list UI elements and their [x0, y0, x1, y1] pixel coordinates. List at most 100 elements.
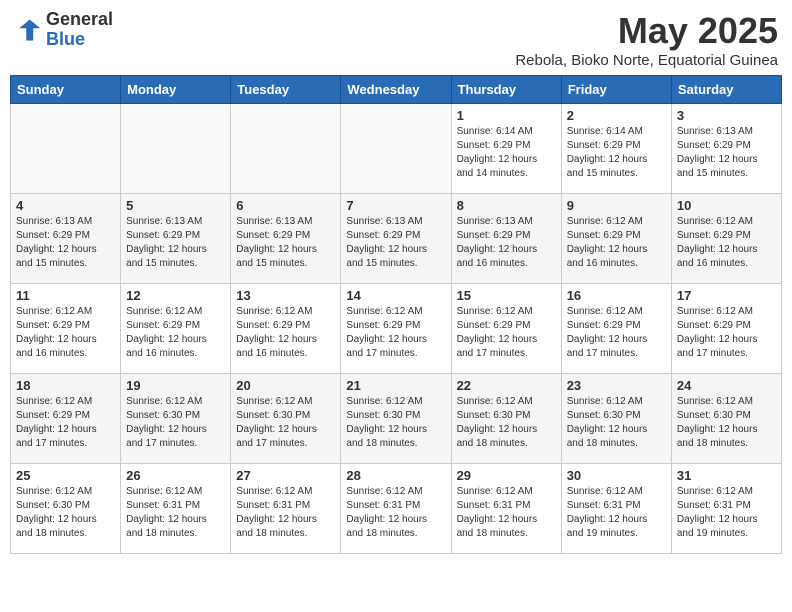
- calendar-day-cell: [341, 104, 451, 194]
- day-info: Sunrise: 6:13 AM Sunset: 6:29 PM Dayligh…: [346, 215, 445, 271]
- day-info: Sunrise: 6:12 AM Sunset: 6:30 PM Dayligh…: [16, 485, 115, 541]
- calendar-day-cell: 24Sunrise: 6:12 AM Sunset: 6:30 PM Dayli…: [671, 374, 781, 464]
- day-number: 11: [16, 288, 115, 303]
- day-info: Sunrise: 6:13 AM Sunset: 6:29 PM Dayligh…: [677, 125, 776, 181]
- calendar-week-row: 25 Sunrise: 6:12 AM Sunset: 6:30 PM Dayli…: [11, 464, 782, 554]
- day-info: Sunrise: 6:12 AM Sunset: 6:31 PM Dayligh…: [567, 485, 666, 541]
- day-info: Sunrise: 6:12 AM Sunset: 6:29 PM Dayligh…: [677, 305, 776, 361]
- calendar-day-cell: 19Sunrise: 6:12 AM Sunset: 6:30 PM Dayli…: [121, 374, 231, 464]
- day-number: 20: [236, 378, 335, 393]
- day-number: 6: [236, 198, 335, 213]
- day-of-week-header: Monday: [121, 76, 231, 104]
- day-number: 1: [457, 108, 556, 123]
- day-info: Sunrise: 6:12 AM Sunset: 6:30 PM Dayligh…: [236, 395, 335, 451]
- day-info: Sunrise: 6:12 AM Sunset: 6:29 PM Dayligh…: [16, 305, 115, 361]
- logo-blue-text: Blue: [46, 30, 113, 50]
- day-number: 26: [126, 468, 225, 483]
- calendar-day-cell: 30 Sunrise: 6:12 AM Sunset: 6:31 PM Dayli…: [561, 464, 671, 554]
- day-info: Sunrise: 6:13 AM Sunset: 6:29 PM Dayligh…: [16, 215, 115, 271]
- day-number: 8: [457, 198, 556, 213]
- day-info: Sunrise: 6:12 AM Sunset: 6:31 PM Dayligh…: [457, 485, 556, 541]
- day-number: 15: [457, 288, 556, 303]
- day-number: 18: [16, 378, 115, 393]
- day-info: Sunrise: 6:14 AM Sunset: 6:29 PM Dayligh…: [567, 125, 666, 181]
- day-info: Sunrise: 6:12 AM Sunset: 6:29 PM Dayligh…: [16, 395, 115, 451]
- calendar-day-cell: 22 Sunrise: 6:12 AM Sunset: 6:30 PM Dayli…: [451, 374, 561, 464]
- day-number: 16: [567, 288, 666, 303]
- day-number: 25: [16, 468, 115, 483]
- day-number: 12: [126, 288, 225, 303]
- day-of-week-header: Tuesday: [231, 76, 341, 104]
- day-number: 30: [567, 468, 666, 483]
- calendar-week-row: 18 Sunrise: 6:12 AM Sunset: 6:29 PM Dayli…: [11, 374, 782, 464]
- day-info: Sunrise: 6:12 AM Sunset: 6:29 PM Dayligh…: [346, 305, 445, 361]
- day-number: 5: [126, 198, 225, 213]
- day-info: Sunrise: 6:12 AM Sunset: 6:30 PM Dayligh…: [567, 395, 666, 451]
- logo-text: General Blue: [46, 10, 113, 50]
- calendar-day-cell: 29 Sunrise: 6:12 AM Sunset: 6:31 PM Dayli…: [451, 464, 561, 554]
- calendar-day-cell: 13 Sunrise: 6:12 AM Sunset: 6:29 PM Dayli…: [231, 284, 341, 374]
- day-info: Sunrise: 6:12 AM Sunset: 6:31 PM Dayligh…: [346, 485, 445, 541]
- calendar-day-cell: [231, 104, 341, 194]
- calendar-day-cell: 17 Sunrise: 6:12 AM Sunset: 6:29 PM Dayli…: [671, 284, 781, 374]
- calendar-day-cell: [121, 104, 231, 194]
- location-subtitle: Rebola, Bioko Norte, Equatorial Guinea: [515, 52, 778, 69]
- calendar-day-cell: 1 Sunrise: 6:14 AM Sunset: 6:29 PM Daylig…: [451, 104, 561, 194]
- calendar-day-cell: 4 Sunrise: 6:13 AM Sunset: 6:29 PM Daylig…: [11, 194, 121, 284]
- day-info: Sunrise: 6:12 AM Sunset: 6:29 PM Dayligh…: [126, 305, 225, 361]
- calendar-day-cell: 8 Sunrise: 6:13 AM Sunset: 6:29 PM Daylig…: [451, 194, 561, 284]
- calendar-day-cell: 26 Sunrise: 6:12 AM Sunset: 6:31 PM Dayli…: [121, 464, 231, 554]
- header: General Blue May 2025 Rebola, Bioko Nort…: [10, 10, 782, 69]
- calendar-table: SundayMondayTuesdayWednesdayThursdayFrid…: [10, 75, 782, 554]
- day-number: 17: [677, 288, 776, 303]
- calendar-week-row: 1 Sunrise: 6:14 AM Sunset: 6:29 PM Daylig…: [11, 104, 782, 194]
- day-number: 4: [16, 198, 115, 213]
- logo-icon: [14, 16, 42, 44]
- day-info: Sunrise: 6:14 AM Sunset: 6:29 PM Dayligh…: [457, 125, 556, 181]
- day-number: 7: [346, 198, 445, 213]
- day-number: 19: [126, 378, 225, 393]
- calendar-day-cell: 23 Sunrise: 6:12 AM Sunset: 6:30 PM Dayli…: [561, 374, 671, 464]
- calendar-day-cell: 31 Sunrise: 6:12 AM Sunset: 6:31 PM Dayli…: [671, 464, 781, 554]
- day-number: 22: [457, 378, 556, 393]
- day-number: 28: [346, 468, 445, 483]
- calendar-day-cell: 15 Sunrise: 6:12 AM Sunset: 6:29 PM Dayli…: [451, 284, 561, 374]
- logo: General Blue: [14, 10, 113, 50]
- day-info: Sunrise: 6:12 AM Sunset: 6:30 PM Dayligh…: [457, 395, 556, 451]
- day-number: 24: [677, 378, 776, 393]
- day-number: 14: [346, 288, 445, 303]
- day-number: 31: [677, 468, 776, 483]
- day-info: Sunrise: 6:12 AM Sunset: 6:29 PM Dayligh…: [567, 305, 666, 361]
- day-info: Sunrise: 6:12 AM Sunset: 6:31 PM Dayligh…: [126, 485, 225, 541]
- day-info: Sunrise: 6:13 AM Sunset: 6:29 PM Dayligh…: [457, 215, 556, 271]
- day-number: 23: [567, 378, 666, 393]
- calendar-day-cell: 11 Sunrise: 6:12 AM Sunset: 6:29 PM Dayli…: [11, 284, 121, 374]
- day-of-week-header: Sunday: [11, 76, 121, 104]
- logo-general-text: General: [46, 10, 113, 30]
- day-info: Sunrise: 6:12 AM Sunset: 6:29 PM Dayligh…: [457, 305, 556, 361]
- calendar-day-cell: 12 Sunrise: 6:12 AM Sunset: 6:29 PM Dayli…: [121, 284, 231, 374]
- day-info: Sunrise: 6:12 AM Sunset: 6:30 PM Dayligh…: [346, 395, 445, 451]
- calendar-day-cell: 6 Sunrise: 6:13 AM Sunset: 6:29 PM Daylig…: [231, 194, 341, 284]
- day-number: 13: [236, 288, 335, 303]
- day-of-week-header: Wednesday: [341, 76, 451, 104]
- calendar-day-cell: 9Sunrise: 6:12 AM Sunset: 6:29 PM Daylig…: [561, 194, 671, 284]
- calendar-day-cell: 3Sunrise: 6:13 AM Sunset: 6:29 PM Daylig…: [671, 104, 781, 194]
- day-number: 29: [457, 468, 556, 483]
- day-info: Sunrise: 6:12 AM Sunset: 6:31 PM Dayligh…: [677, 485, 776, 541]
- calendar-day-cell: 2Sunrise: 6:14 AM Sunset: 6:29 PM Daylig…: [561, 104, 671, 194]
- calendar-day-cell: 21Sunrise: 6:12 AM Sunset: 6:30 PM Dayli…: [341, 374, 451, 464]
- day-number: 9: [567, 198, 666, 213]
- day-number: 27: [236, 468, 335, 483]
- calendar-header-row: SundayMondayTuesdayWednesdayThursdayFrid…: [11, 76, 782, 104]
- day-info: Sunrise: 6:12 AM Sunset: 6:29 PM Dayligh…: [677, 215, 776, 271]
- calendar-day-cell: 27Sunrise: 6:12 AM Sunset: 6:31 PM Dayli…: [231, 464, 341, 554]
- calendar-week-row: 11 Sunrise: 6:12 AM Sunset: 6:29 PM Dayli…: [11, 284, 782, 374]
- calendar-day-cell: [11, 104, 121, 194]
- calendar-day-cell: 28 Sunrise: 6:12 AM Sunset: 6:31 PM Dayli…: [341, 464, 451, 554]
- day-info: Sunrise: 6:13 AM Sunset: 6:29 PM Dayligh…: [236, 215, 335, 271]
- calendar-day-cell: 10Sunrise: 6:12 AM Sunset: 6:29 PM Dayli…: [671, 194, 781, 284]
- day-info: Sunrise: 6:12 AM Sunset: 6:29 PM Dayligh…: [236, 305, 335, 361]
- title-area: May 2025 Rebola, Bioko Norte, Equatorial…: [515, 10, 778, 69]
- calendar-day-cell: 5Sunrise: 6:13 AM Sunset: 6:29 PM Daylig…: [121, 194, 231, 284]
